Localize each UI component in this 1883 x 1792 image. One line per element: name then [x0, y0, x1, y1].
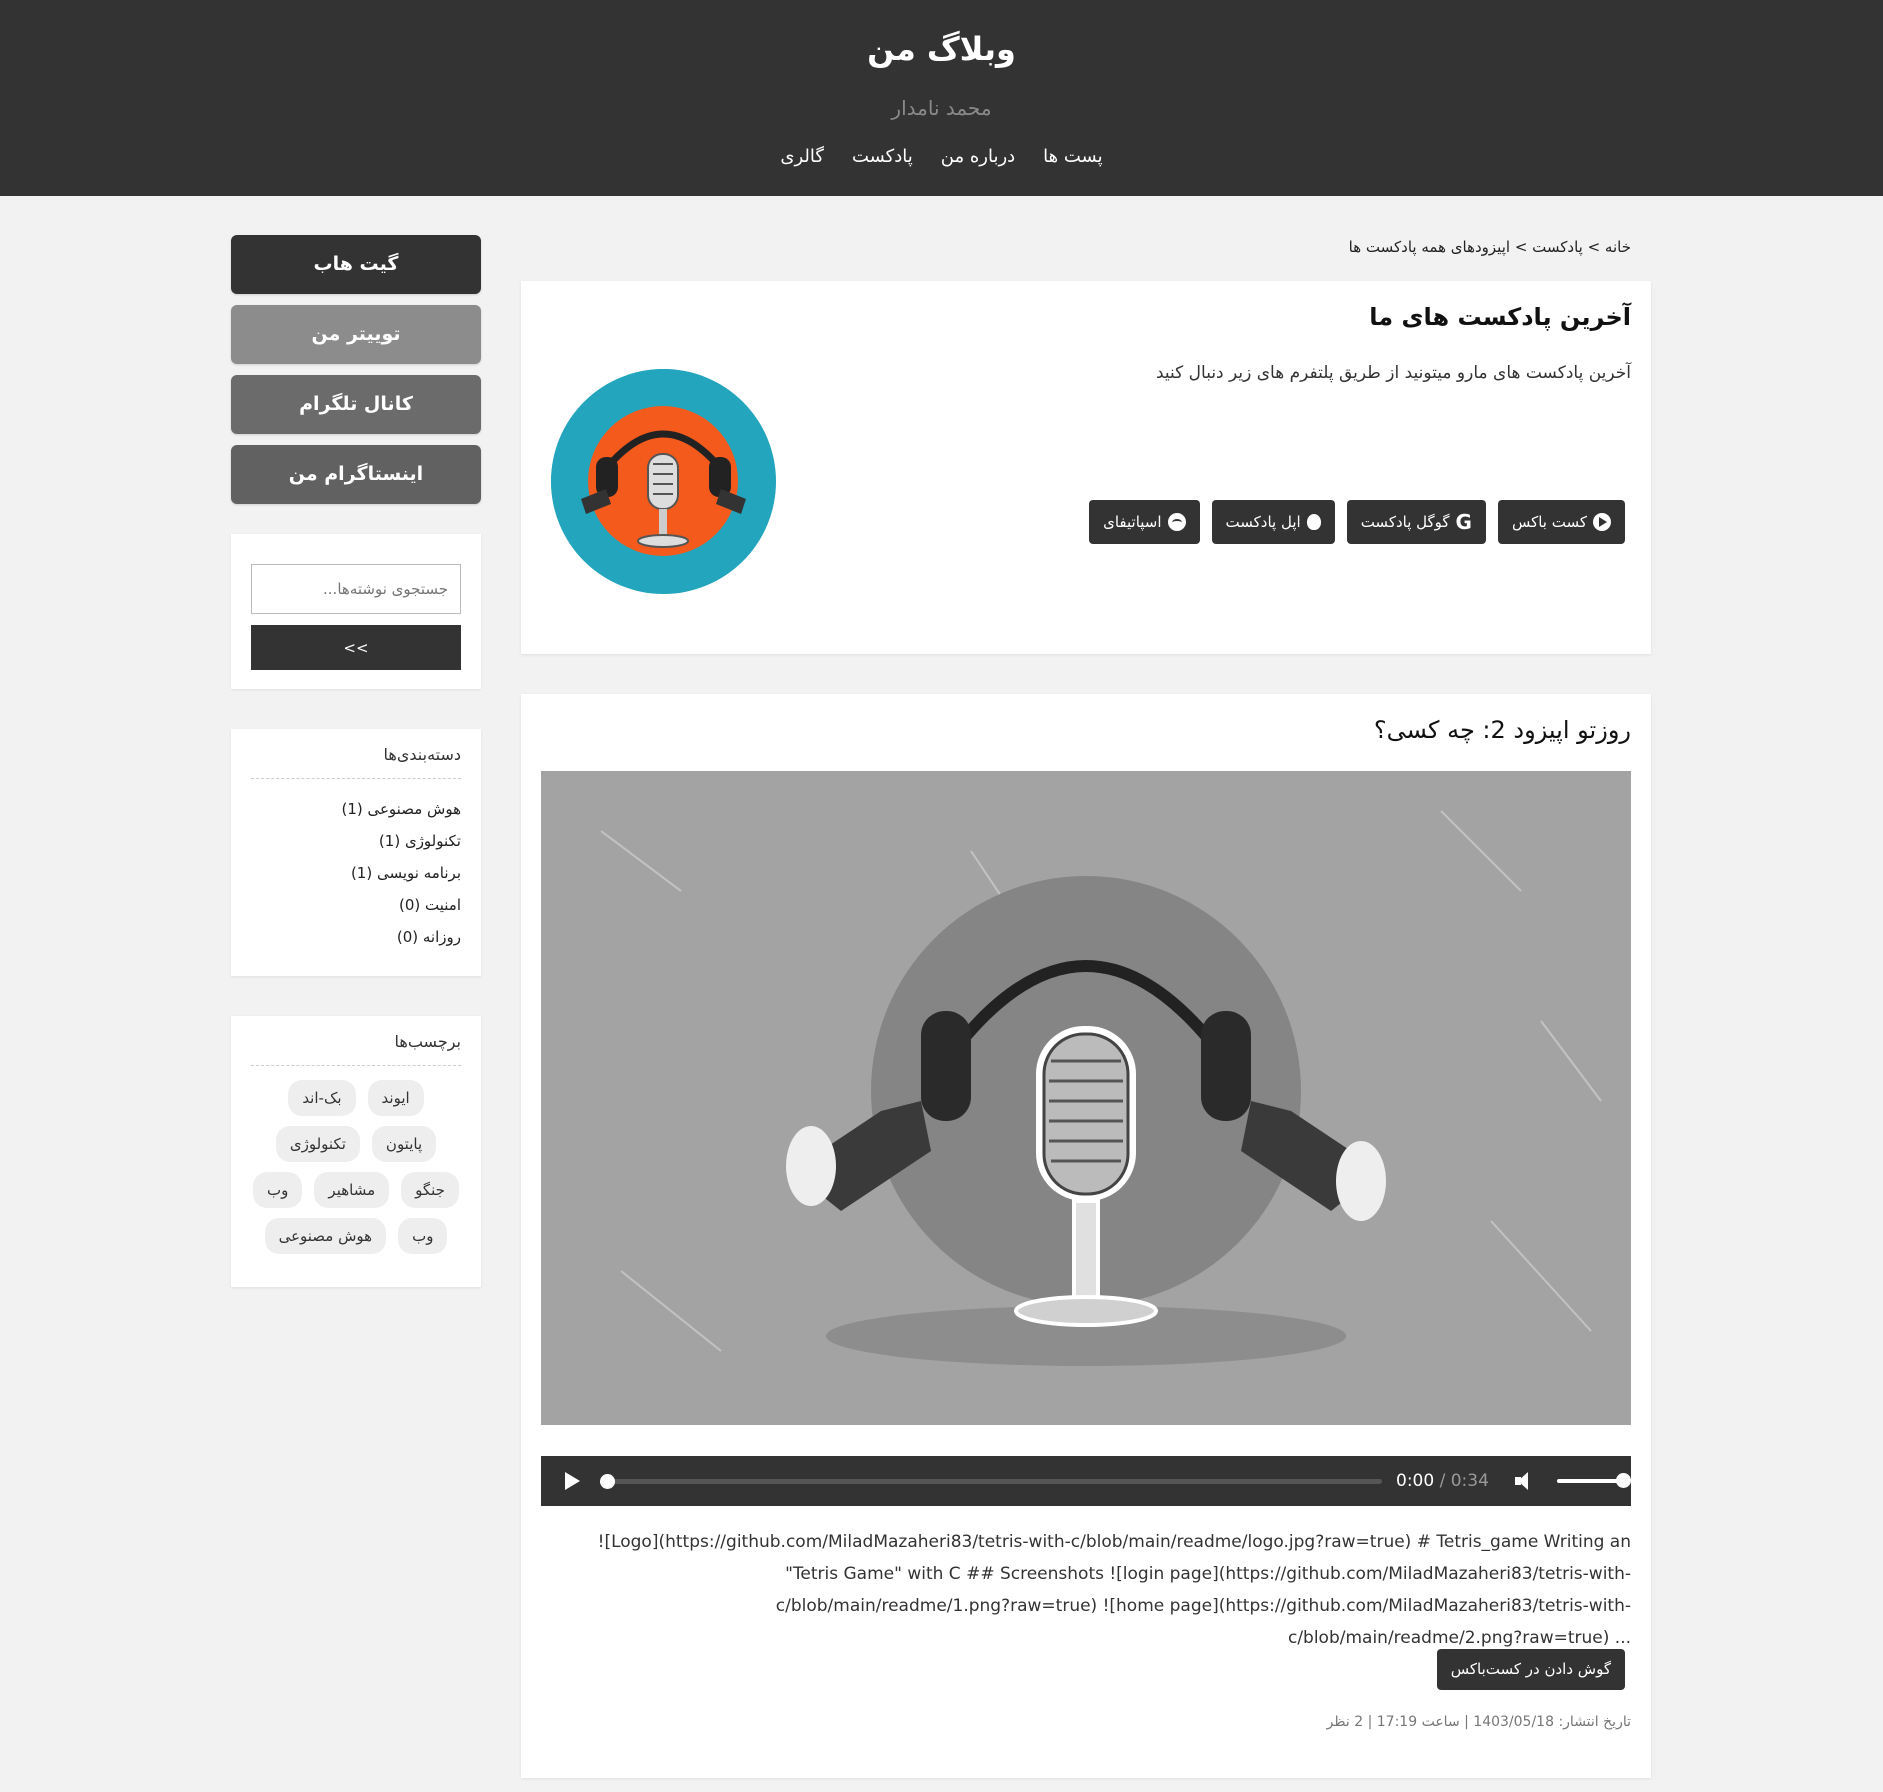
audio-time: 0:00 / 0:34 — [1396, 1471, 1489, 1491]
site-header: وبلاگ من محمد نامدار پست ها درباره من پا… — [0, 0, 1883, 196]
apple-icon — [1306, 514, 1321, 530]
podcast-card: آخرین پادکست های ما آخرین پادکست های مار… — [521, 281, 1651, 654]
audio-player: 0:00 / 0:34 — [541, 1456, 1631, 1506]
site-title[interactable]: وبلاگ من — [0, 30, 1883, 68]
spotify-button[interactable]: اسپاتیفای — [1089, 500, 1200, 544]
episode-card: روزتو اپیزود 2: چه کسی؟ 0:00 / 0:34 ![Lo… — [521, 694, 1651, 1778]
episode-excerpt: ![Logo](https://github.com/MiladMazaheri… — [597, 1532, 1631, 1648]
github-button[interactable]: گیت هاب — [231, 235, 481, 294]
volume-slider[interactable] — [1556, 1473, 1631, 1488]
tag[interactable]: هوش مصنوعی — [264, 1218, 387, 1254]
twitter-button[interactable]: توییتر من — [231, 305, 481, 364]
episode-title[interactable]: روزتو اپیزود 2: چه کسی؟ — [1374, 716, 1631, 744]
nav-gallery[interactable]: گالری — [780, 146, 824, 167]
telegram-button[interactable]: کانال تلگرام — [231, 375, 481, 434]
breadcrumb[interactable]: خانه > پادکست > اپیزودهای همه پادکست ها — [521, 238, 1631, 256]
category-item[interactable]: برنامه نویسی (1) — [251, 857, 461, 889]
category-item[interactable]: امنیت (0) — [251, 889, 461, 921]
current-time: 0:00 — [1396, 1471, 1435, 1491]
spotify-label: اسپاتیفای — [1103, 513, 1162, 531]
episode-meta: تاریخ انتشار: 1403/05/18 | ساعت 17:19 | … — [1326, 1714, 1631, 1730]
podcast-description: آخرین پادکست های مارو میتونید از طریق پل… — [1155, 363, 1631, 383]
platform-buttons: کست باکس G گوگل پادکست اپل پادکست اسپاتی… — [1089, 500, 1625, 544]
audio-progress-bar[interactable] — [600, 1473, 1382, 1489]
castbox-label: کست باکس — [1511, 513, 1587, 531]
search-button[interactable]: >> — [251, 625, 461, 670]
search-input[interactable] — [251, 564, 461, 614]
categories-box: دسته‌بندی‌ها هوش مصنوعی (1) تکنولوژی (1)… — [231, 729, 481, 976]
main-nav: پست ها درباره من پادکست گالری — [0, 146, 1883, 167]
tag[interactable]: پایتون — [371, 1126, 437, 1162]
volume-knob[interactable] — [1615, 1473, 1631, 1488]
tag[interactable]: تکنولوژی — [275, 1126, 360, 1162]
tag-list: ایوند بک-اند پایتون تکنولوژی جنگو مشاهیر… — [251, 1080, 461, 1254]
spotify-icon — [1167, 513, 1186, 531]
episode-cover-image — [541, 771, 1631, 1425]
tags-box: برچسب‌ها ایوند بک-اند پایتون تکنولوژی جن… — [231, 1016, 481, 1287]
category-item[interactable]: روزانه (0) — [251, 921, 461, 953]
castbox-button[interactable]: کست باکس — [1497, 500, 1625, 544]
tag[interactable]: بک-اند — [288, 1080, 356, 1116]
tag[interactable]: وب — [398, 1218, 448, 1254]
instagram-button[interactable]: اینستاگرام من — [231, 445, 481, 504]
category-item[interactable]: تکنولوژی (1) — [251, 825, 461, 857]
tag[interactable]: وب — [253, 1172, 303, 1208]
volume-icon[interactable] — [1514, 1471, 1537, 1491]
apple-podcast-label: اپل پادکست — [1225, 513, 1301, 531]
tags-title: برچسب‌ها — [251, 1032, 461, 1066]
podcast-logo — [551, 369, 776, 594]
apple-podcast-button[interactable]: اپل پادکست — [1211, 500, 1335, 544]
tag[interactable]: ایوند — [367, 1080, 424, 1116]
time-separator: / — [1434, 1471, 1451, 1491]
nav-posts[interactable]: پست ها — [1043, 146, 1102, 167]
nav-podcast[interactable]: پادکست — [852, 146, 913, 167]
total-time: 0:34 — [1450, 1471, 1489, 1491]
categories-title: دسته‌بندی‌ها — [251, 745, 461, 779]
site-subtitle: محمد نامدار — [891, 96, 992, 120]
progress-knob[interactable] — [600, 1473, 615, 1489]
podcast-title: آخرین پادکست های ما — [1369, 303, 1631, 331]
nav-about[interactable]: درباره من — [941, 146, 1015, 167]
tag[interactable]: مشاهیر — [314, 1172, 390, 1208]
google-podcast-label: گوگل پادکست — [1360, 513, 1450, 531]
search-box: >> — [231, 534, 481, 689]
listen-castbox-button[interactable]: گوش دادن در کست‌باکس — [1436, 1649, 1625, 1690]
play-icon[interactable] — [565, 1472, 580, 1490]
google-icon: G — [1455, 510, 1472, 534]
tag[interactable]: جنگو — [401, 1172, 459, 1208]
sidebar: گیت هاب توییتر من کانال تلگرام اینستاگرا… — [231, 235, 481, 1287]
category-item[interactable]: هوش مصنوعی (1) — [251, 793, 461, 825]
google-podcast-button[interactable]: G گوگل پادکست — [1346, 500, 1486, 544]
play-circle-icon — [1593, 513, 1611, 531]
